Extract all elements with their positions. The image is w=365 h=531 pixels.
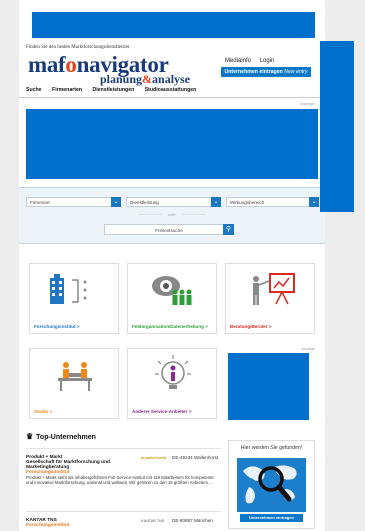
category-tile-anderer-service[interactable]: Anderer Service-Anbieter > — [127, 348, 217, 419]
company-card[interactable]: KANTAR TNS Forschungsinstitut KANTAR TNS… — [26, 511, 221, 531]
top-companies-heading: ♛ Top-Unternehmen — [26, 432, 96, 441]
company-logo: produkt+markt — [141, 456, 167, 460]
wirkungsbereich-select[interactable]: Wirkungsbereich ⌄ — [226, 197, 319, 207]
right-ad-banner[interactable] — [228, 353, 309, 420]
nav-divider — [19, 97, 325, 98]
search-icon[interactable]: ⚲ — [223, 224, 234, 235]
category-tile-forschungsinstitut[interactable]: Forschungsinstitut > — [29, 263, 119, 334]
ad-label: Anzeige — [300, 101, 315, 106]
ad-label: Anzeige — [301, 346, 316, 351]
get-found-box[interactable]: Hier werden Sie gefunden! Unternehmen ei… — [228, 440, 315, 529]
nav-item-firmenarten[interactable]: Firmenarten — [52, 87, 82, 93]
register-company-button[interactable]: Unternehmen eintragen — [240, 514, 303, 522]
company-logo: KANTAR TNS — [141, 519, 165, 523]
dienstleistung-select[interactable]: Dienstleistung ⌄ — [126, 197, 221, 207]
page: Finden Sie den besten Marktforschungsdie… — [19, 0, 325, 531]
company-card[interactable]: Produkt + Markt Gesellschaft für Marktfo… — [26, 448, 221, 507]
company-location: DE-49134 Wallenhorst — [172, 455, 219, 460]
category-tile-feldorganisation[interactable]: Feldorganisation/Datenerhebung > — [127, 263, 217, 334]
tagline: Finden Sie den besten Marktforschungsdie… — [26, 45, 130, 50]
side-ad-banner[interactable] — [320, 41, 354, 212]
main-ad-banner[interactable] — [26, 109, 318, 179]
category-tile-studio[interactable]: Studio > — [29, 348, 119, 419]
add-company-button[interactable]: Unternehmen eintragen New entry — [221, 67, 311, 77]
firmenart-select[interactable]: Firmenart ⌄ — [26, 197, 121, 207]
main-nav: Suche Firmenarten Dienstleistungen Studi… — [26, 87, 205, 93]
top-links: Mediainfo Login — [225, 58, 281, 64]
search-panel: Firmenart ⌄ Dienstleistung ⌄ Wirkungsberei… — [19, 187, 325, 244]
nav-item-suche[interactable]: Suche — [26, 87, 42, 93]
chevron-down-icon: ⌄ — [211, 197, 221, 207]
search-input[interactable]: Freitextsuche ⚲ — [104, 224, 234, 235]
login-link[interactable]: Login — [260, 58, 275, 64]
site-logo[interactable]: mafonavigator planung&analyse — [28, 52, 190, 86]
top-ad-banner[interactable] — [32, 12, 315, 38]
chevron-down-icon: ⌄ — [309, 197, 319, 207]
company-location: DE-80687 München — [172, 518, 213, 523]
or-divider: oder — [139, 212, 205, 217]
chevron-down-icon: ⌄ — [111, 197, 121, 207]
nav-item-dienstleistungen[interactable]: Dienstleistungen — [92, 87, 134, 93]
nav-item-studioausstattungen[interactable]: Studioausstattungen — [145, 87, 197, 93]
mediainfo-link[interactable]: Mediainfo — [225, 58, 251, 64]
category-tile-beratung[interactable]: Beratung/Berater > — [225, 263, 315, 334]
crown-icon: ♛ — [26, 432, 34, 441]
